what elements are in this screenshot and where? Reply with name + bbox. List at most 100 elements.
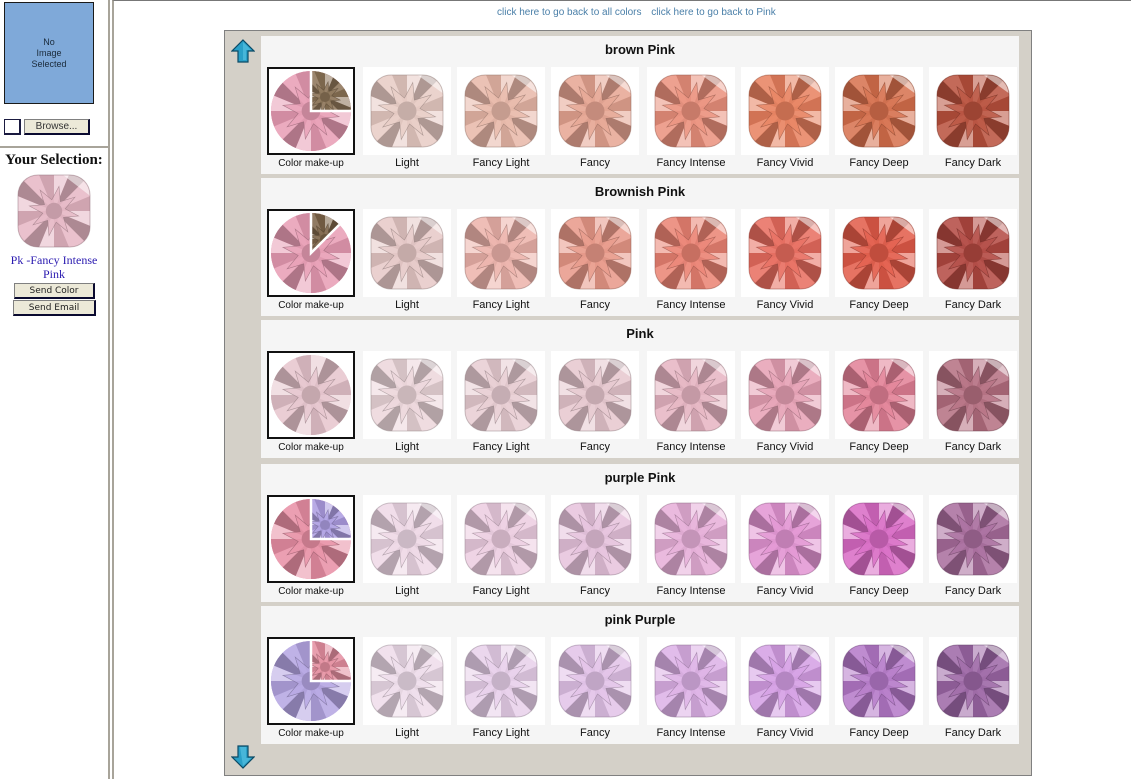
browse-button[interactable]: Browse... [24,119,90,135]
gem-tile[interactable]: Fancy Deep [835,209,923,311]
gem-image[interactable] [363,209,451,297]
gem-tile[interactable]: Fancy Deep [835,351,923,453]
gem-image[interactable] [551,209,639,297]
gem-tile[interactable]: Fancy [551,351,639,453]
gem-image[interactable] [647,351,735,439]
section-title: brown Pink [604,42,676,57]
gem-tile[interactable]: Fancy Intense [647,209,735,311]
gem-image[interactable] [741,351,829,439]
gem-image[interactable] [835,637,923,725]
gem-image[interactable] [741,495,829,583]
section-title: Pink [626,326,654,341]
gem-image[interactable] [835,495,923,583]
tile-label: Fancy Intense [656,157,726,169]
tile-label: Light [395,441,419,453]
gem-tile[interactable]: Fancy Intense [647,637,735,739]
gem-image[interactable] [457,67,545,155]
gem-image[interactable] [929,495,1017,583]
gem-tile[interactable]: Fancy [551,67,639,169]
gem-tile[interactable]: Fancy Intense [647,495,735,597]
tile-label: Fancy Light [472,585,530,597]
send-email-button[interactable]: Send Email [13,300,96,316]
gem-image[interactable] [551,637,639,725]
gem-image[interactable] [647,637,735,725]
gem-tile[interactable]: Fancy Dark [929,67,1017,169]
back-to-all-colors-link[interactable]: click here to go back to all colors [497,7,642,18]
gem-tile[interactable]: Fancy Deep [835,495,923,597]
gem-image[interactable] [363,351,451,439]
gem-image[interactable] [929,351,1017,439]
gem-image[interactable] [929,67,1017,155]
gem-tile[interactable]: Fancy Deep [835,67,923,169]
gem-tile[interactable]: Fancy [551,637,639,739]
gem-image[interactable] [457,495,545,583]
tile-label: Fancy Dark [944,585,1002,597]
gem-image[interactable] [551,351,639,439]
gem-tile[interactable]: Fancy Light [457,351,545,453]
tile-label: Fancy [580,585,610,597]
gem-image[interactable] [551,495,639,583]
gem-tile[interactable]: Fancy Light [457,209,545,311]
gem-image[interactable] [457,351,545,439]
gem-tile[interactable]: Light [363,209,451,311]
color-makeup-tile: Color make-up [267,351,355,453]
gem-tile[interactable]: Fancy [551,495,639,597]
gem-tile[interactable]: Fancy Vivid [741,495,829,597]
gem-image[interactable] [741,637,829,725]
gem-image[interactable] [835,351,923,439]
gem-image[interactable] [457,637,545,725]
gem-tile[interactable]: Fancy Dark [929,209,1017,311]
file-path-input[interactable] [4,119,21,135]
gem-tile[interactable]: Fancy Deep [835,637,923,739]
gem-tile[interactable]: Fancy Light [457,637,545,739]
section-title: purple Pink [604,470,676,485]
gem-tile[interactable]: Fancy Dark [929,351,1017,453]
gem-tile[interactable]: Fancy Vivid [741,67,829,169]
gem-image[interactable] [929,209,1017,297]
gem-image[interactable] [929,637,1017,725]
gem-tile[interactable]: Fancy Vivid [741,209,829,311]
tile-label: Fancy [580,299,610,311]
gem-tile[interactable]: Light [363,351,451,453]
gem-image[interactable] [457,209,545,297]
gem-tile[interactable]: Fancy Intense [647,351,735,453]
color-makeup-pie [267,209,355,297]
back-to-pink-link[interactable]: click here to go back to Pink [651,7,776,18]
sidebar: No Image Selected Browse... Your Selecti… [0,0,110,779]
color-makeup-tile: Color make-up [267,637,355,739]
gem-tile[interactable]: Fancy [551,209,639,311]
gem-image[interactable] [363,495,451,583]
gem-tile[interactable]: Light [363,637,451,739]
gem-tile[interactable]: Light [363,67,451,169]
gem-image[interactable] [647,67,735,155]
tile-label: Color make-up [278,442,344,453]
tile-label: Fancy [580,727,610,739]
gem-tile[interactable]: Fancy Light [457,67,545,169]
gem-tile[interactable]: Fancy Dark [929,495,1017,597]
gem-image[interactable] [551,67,639,155]
tile-label: Fancy Deep [849,727,909,739]
color-section: purple Pink Color make-up Light Fancy Li… [261,464,1019,602]
gem-tile[interactable]: Light [363,495,451,597]
gem-image[interactable] [835,67,923,155]
gem-tile[interactable]: Fancy Vivid [741,351,829,453]
color-makeup-tile: Color make-up [267,209,355,311]
gem-tile[interactable]: Fancy Vivid [741,637,829,739]
preview-line: No [43,36,55,47]
send-color-button[interactable]: Send Color [14,283,95,299]
gem-image[interactable] [835,209,923,297]
gem-image[interactable] [741,209,829,297]
back-links: click here to go back to all colors clic… [497,7,783,18]
tile-label: Color make-up [278,586,344,597]
arrow-down-icon[interactable] [231,745,255,769]
gem-image[interactable] [741,67,829,155]
gem-image[interactable] [363,67,451,155]
gem-image[interactable] [363,637,451,725]
tile-label: Fancy Light [472,157,530,169]
gem-tile[interactable]: Fancy Dark [929,637,1017,739]
gem-tile[interactable]: Fancy Intense [647,67,735,169]
gem-tile[interactable]: Fancy Light [457,495,545,597]
arrow-up-icon[interactable] [231,39,255,63]
gem-image[interactable] [647,495,735,583]
gem-image[interactable] [647,209,735,297]
